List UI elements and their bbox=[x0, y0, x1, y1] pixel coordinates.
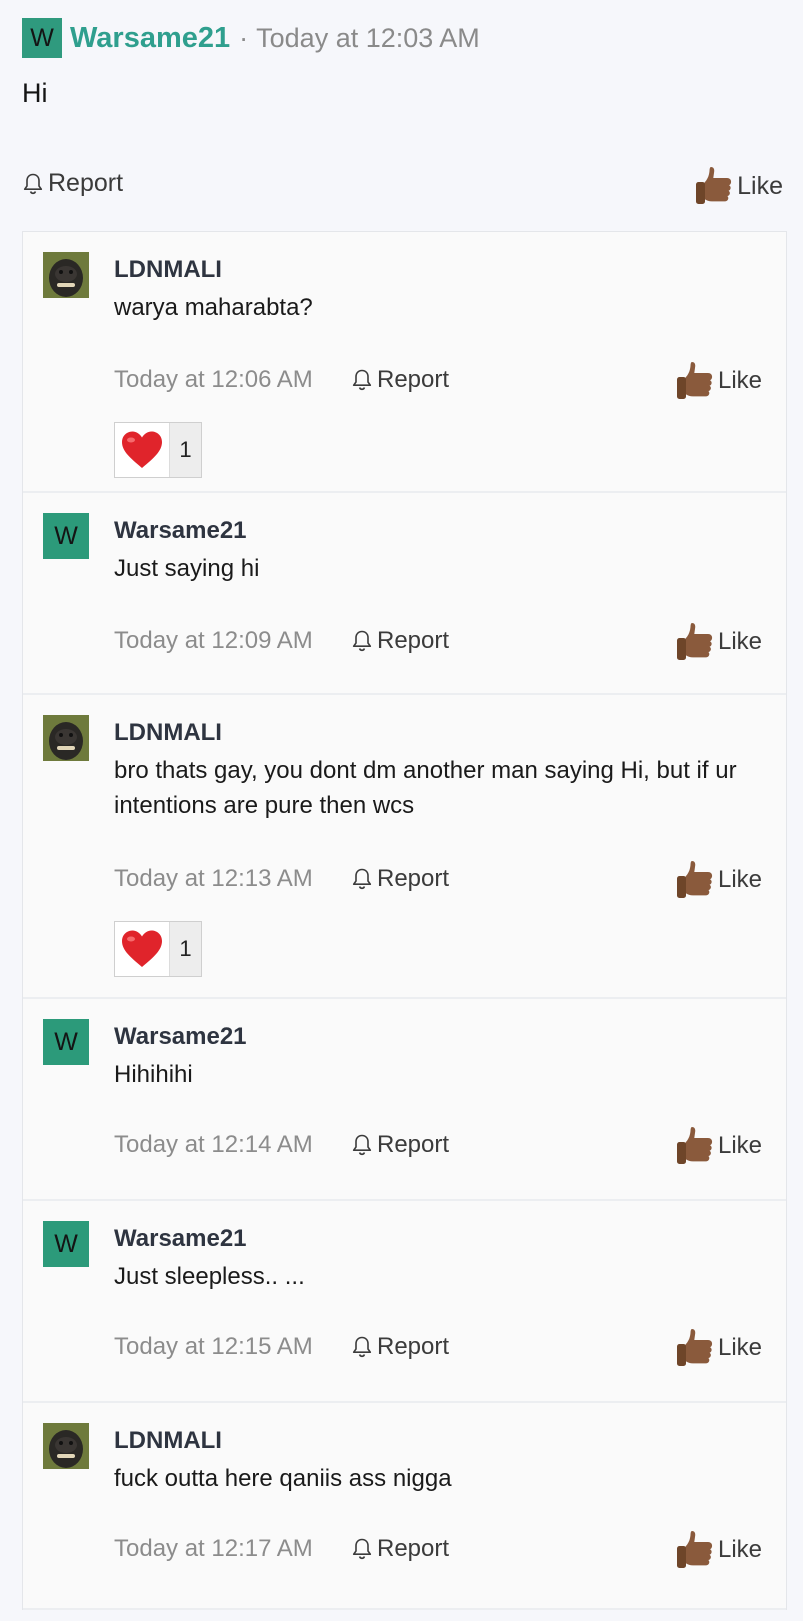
monkey-avatar-image bbox=[43, 252, 89, 298]
post-actions: Report Like bbox=[22, 163, 783, 207]
bell-icon bbox=[352, 1336, 372, 1358]
comment-text: Just saying hi bbox=[114, 555, 260, 582]
comment-text: fuck outta here qaniis ass nigga bbox=[114, 1465, 452, 1492]
report-button[interactable]: Report bbox=[351, 1333, 449, 1361]
reaction-badge[interactable]: 1 bbox=[114, 921, 202, 977]
report-label: Report bbox=[377, 627, 450, 654]
comment-item: W Warsame21 Hihihihi Today at 12:14 AM R… bbox=[23, 999, 786, 1201]
report-label: Report bbox=[48, 169, 124, 197]
thumbs-up-icon bbox=[676, 623, 713, 660]
report-label: Report bbox=[377, 1535, 450, 1562]
comment-timestamp[interactable]: Today at 12:09 AM bbox=[114, 627, 313, 655]
thumbs-up-icon bbox=[676, 1329, 713, 1366]
comment-meta: Today at 12:14 AM Report Like bbox=[114, 1123, 762, 1169]
report-button[interactable]: Report bbox=[351, 1535, 449, 1563]
like-label: Like bbox=[717, 1132, 762, 1159]
comment-timestamp[interactable]: Today at 12:15 AM bbox=[114, 1333, 313, 1361]
comment-meta: Today at 12:15 AM Report Like bbox=[114, 1325, 762, 1371]
comment-item: LDNMALI bro thats gay, you dont dm anoth… bbox=[23, 695, 786, 999]
post-separator: · bbox=[239, 22, 249, 53]
thumbs-up-icon bbox=[676, 1127, 713, 1164]
comment-timestamp[interactable]: Today at 12:14 AM bbox=[114, 1131, 313, 1159]
comment-item: LDNMALI fuck outta here qaniis ass nigga… bbox=[23, 1403, 786, 1610]
bell-icon bbox=[23, 173, 43, 194]
like-button[interactable]: Like bbox=[672, 857, 762, 903]
report-label: Report bbox=[377, 865, 450, 892]
reaction-count: 1 bbox=[169, 922, 201, 976]
report-label: Report bbox=[377, 1131, 450, 1158]
post-author-link[interactable]: Warsame21 bbox=[70, 22, 230, 55]
avatar[interactable]: W bbox=[43, 1019, 89, 1065]
post-timestamp[interactable]: Today at 12:03 AM bbox=[256, 23, 480, 54]
report-button[interactable]: Report bbox=[351, 366, 449, 394]
report-button[interactable]: Report bbox=[351, 1131, 449, 1159]
comment-meta: Today at 12:13 AM Report Like bbox=[114, 857, 762, 903]
avatar[interactable]: W bbox=[22, 18, 62, 58]
comment-author[interactable]: Warsame21 bbox=[114, 517, 247, 545]
report-label: Report bbox=[377, 1333, 450, 1360]
comment-author[interactable]: LDNMALI bbox=[114, 719, 222, 747]
comment-item: W Warsame21 Just sleepless.. ... Today a… bbox=[23, 1201, 786, 1403]
bell-icon bbox=[352, 369, 372, 391]
bell-icon bbox=[352, 630, 372, 652]
comment-timestamp[interactable]: Today at 12:13 AM bbox=[114, 865, 313, 893]
comment-timestamp[interactable]: Today at 12:17 AM bbox=[114, 1535, 313, 1563]
like-button[interactable]: Like bbox=[672, 1325, 762, 1371]
like-label: Like bbox=[717, 628, 762, 655]
comment-item: LDNMALI warya maharabta? Today at 12:06 … bbox=[23, 232, 786, 493]
avatar[interactable] bbox=[43, 252, 89, 298]
like-label: Like bbox=[717, 866, 762, 893]
comment-author[interactable]: LDNMALI bbox=[114, 1427, 222, 1455]
heart-icon bbox=[115, 423, 169, 477]
monkey-avatar-image bbox=[43, 1423, 89, 1469]
comment-text: bro thats gay, you dont dm another man s… bbox=[114, 757, 737, 819]
page: W Warsame21 · Today at 12:03 AM Hi Repor… bbox=[0, 0, 803, 1621]
monkey-avatar-image bbox=[43, 715, 89, 761]
like-button[interactable]: Like bbox=[672, 1527, 762, 1573]
like-button[interactable]: Like bbox=[691, 163, 783, 209]
like-button[interactable]: Like bbox=[672, 1123, 762, 1169]
comment-timestamp[interactable]: Today at 12:06 AM bbox=[114, 366, 313, 394]
like-label: Like bbox=[717, 1536, 762, 1563]
avatar[interactable] bbox=[43, 1423, 89, 1469]
reaction-badge[interactable]: 1 bbox=[114, 422, 202, 478]
heart-icon bbox=[115, 922, 169, 976]
comment-meta: Today at 12:17 AM Report Like bbox=[114, 1527, 762, 1573]
like-button[interactable]: Like bbox=[672, 619, 762, 665]
post-body: Hi bbox=[22, 78, 48, 108]
comment-item: W Warsame21 Just saying hi Today at 12:0… bbox=[23, 493, 786, 695]
report-button[interactable]: Report bbox=[22, 169, 123, 198]
comment-meta: Today at 12:09 AM Report Like bbox=[114, 619, 762, 665]
bell-icon bbox=[352, 1134, 372, 1156]
comment-author[interactable]: LDNMALI bbox=[114, 256, 222, 284]
bell-icon bbox=[352, 1538, 372, 1560]
thumbs-up-icon bbox=[676, 362, 713, 399]
report-button[interactable]: Report bbox=[351, 627, 449, 655]
reaction-count: 1 bbox=[169, 423, 201, 477]
avatar[interactable] bbox=[43, 715, 89, 761]
like-label: Like bbox=[717, 367, 762, 394]
report-label: Report bbox=[377, 366, 450, 393]
comment-text: Just sleepless.. ... bbox=[114, 1263, 305, 1290]
avatar[interactable]: W bbox=[43, 1221, 89, 1267]
comment-meta: Today at 12:06 AM Report Like bbox=[114, 358, 762, 404]
report-button[interactable]: Report bbox=[351, 865, 449, 893]
bell-icon bbox=[352, 868, 372, 890]
comment-text: warya maharabta? bbox=[114, 294, 313, 321]
thumbs-up-icon bbox=[696, 167, 732, 204]
thumbs-up-icon bbox=[676, 1531, 713, 1568]
like-label: Like bbox=[737, 171, 783, 200]
thumbs-up-icon bbox=[676, 861, 713, 898]
comment-author[interactable]: Warsame21 bbox=[114, 1225, 247, 1253]
like-button[interactable]: Like bbox=[672, 358, 762, 404]
comment-text: Hihihihi bbox=[114, 1061, 193, 1088]
avatar[interactable]: W bbox=[43, 513, 89, 559]
like-label: Like bbox=[717, 1334, 762, 1361]
comment-list: LDNMALI warya maharabta? Today at 12:06 … bbox=[22, 231, 787, 1610]
post-header: W Warsame21 · Today at 12:03 AM bbox=[22, 18, 480, 58]
comment-author[interactable]: Warsame21 bbox=[114, 1023, 247, 1051]
